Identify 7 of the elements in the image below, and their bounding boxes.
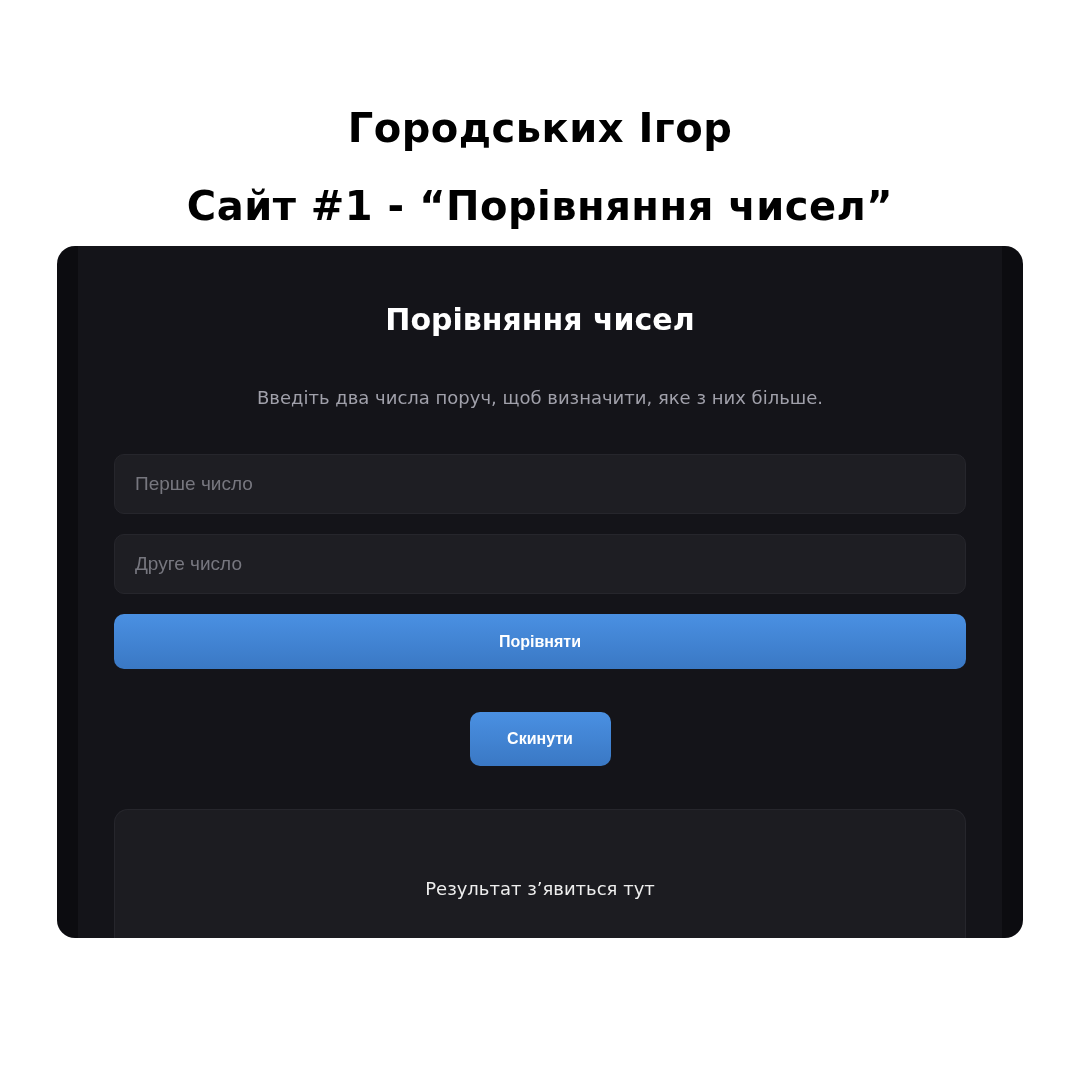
number-field[interactable]: Друге число: [114, 534, 966, 594]
app-description: Введіть два числа поруч, щоб визначити, яке з них більше.: [256, 387, 824, 408]
compare-button[interactable]: Порівняти: [114, 614, 966, 669]
result-text: Результат з’явиться тут: [425, 878, 655, 901]
reset-button[interactable]: Скинути: [469, 712, 611, 766]
app-title: Порівняння чисел: [385, 302, 695, 337]
number-field[interactable]: Перше число: [114, 454, 966, 514]
